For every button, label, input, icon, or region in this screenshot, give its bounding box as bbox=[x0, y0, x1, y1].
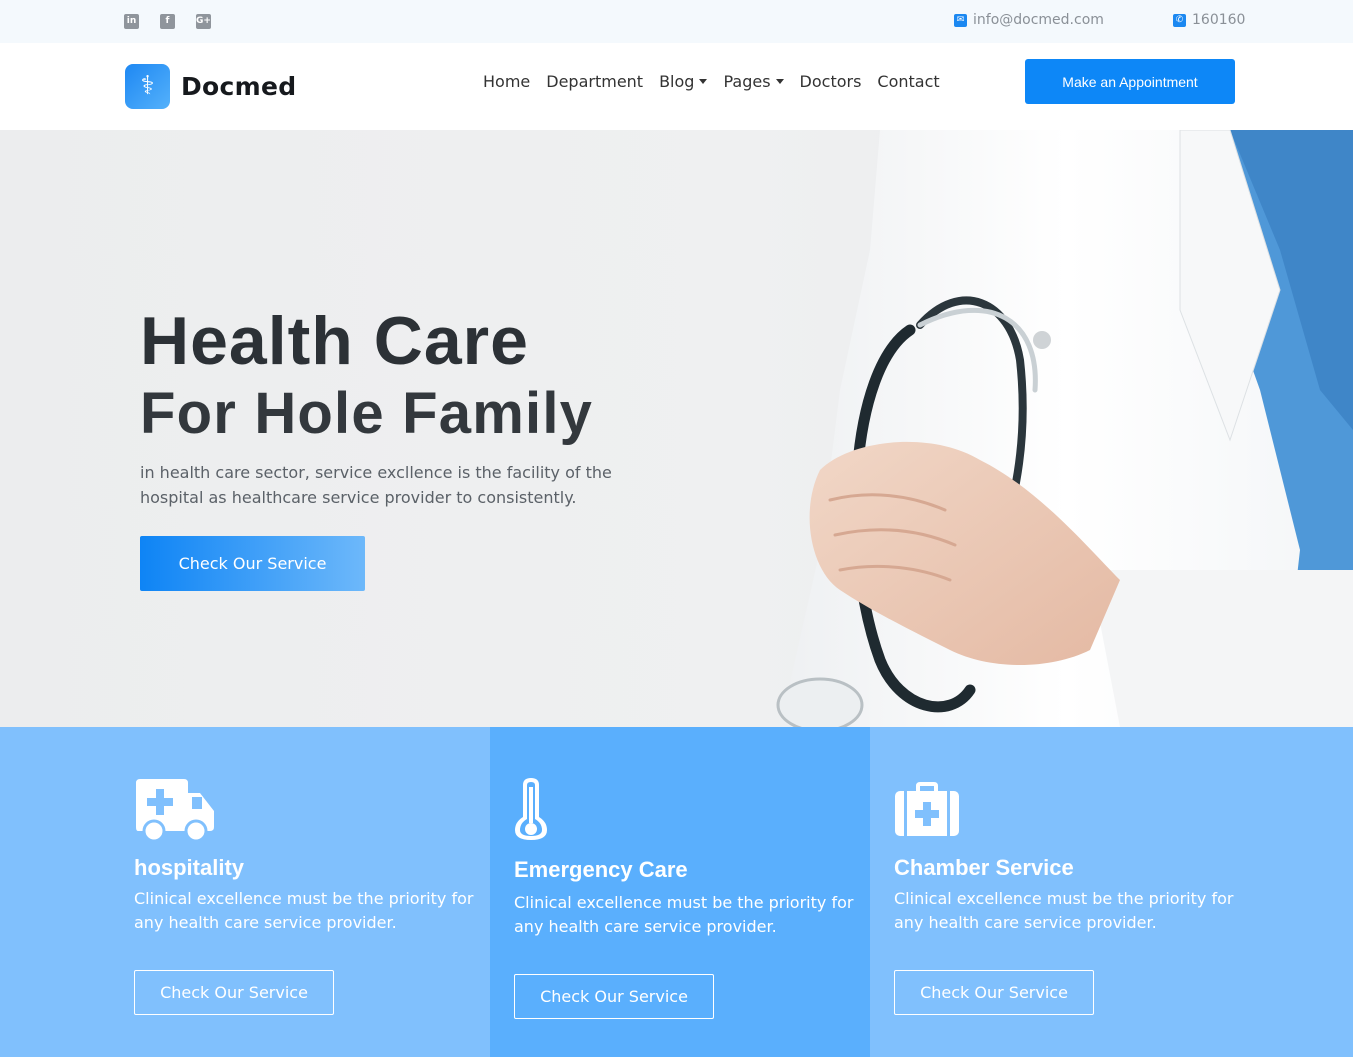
service-card-chamber-service: Chamber Service Clinical excellence must… bbox=[870, 727, 1353, 1057]
phone-text: 160160 bbox=[1192, 12, 1246, 28]
hero-description: in health care sector, service excllence… bbox=[140, 463, 612, 507]
service-title: Chamber Service bbox=[894, 855, 1074, 880]
logo-text: Docmed bbox=[181, 72, 297, 101]
make-appointment-button[interactable]: Make an Appointment bbox=[1025, 59, 1235, 104]
nav-department[interactable]: Department bbox=[546, 72, 643, 91]
contact-email[interactable]: ✉ info@docmed.com bbox=[954, 12, 1104, 28]
linkedin-icon[interactable]: in bbox=[124, 14, 139, 29]
caret-down-icon bbox=[699, 79, 708, 84]
service-description: Clinical excellence must be the priority… bbox=[134, 889, 474, 932]
google-plus-icon[interactable]: G+ bbox=[196, 14, 211, 29]
service-card-hospitality: hospitality Clinical excellence must be … bbox=[0, 727, 490, 1057]
main-header: ⚕ Docmed Home Department Blog Pages Doct… bbox=[0, 43, 1353, 130]
main-nav: Home Department Blog Pages Doctors Conta… bbox=[483, 72, 940, 91]
service-check-button[interactable]: Check Our Service bbox=[134, 970, 334, 1015]
facebook-icon[interactable]: f bbox=[160, 14, 175, 29]
email-text: info@docmed.com bbox=[973, 12, 1104, 28]
ambulance-icon bbox=[136, 779, 214, 841]
service-check-button[interactable]: Check Our Service bbox=[894, 970, 1094, 1015]
top-bar: in f G+ ✉ info@docmed.com ✆ 160160 bbox=[0, 0, 1353, 43]
check-service-button[interactable]: Check Our Service bbox=[140, 536, 365, 591]
service-check-button[interactable]: Check Our Service bbox=[514, 974, 714, 1019]
service-title: hospitality bbox=[134, 855, 245, 880]
phone-icon: ✆ bbox=[1173, 13, 1186, 27]
first-aid-kit-icon bbox=[895, 782, 959, 836]
hero-title: Health Care bbox=[140, 303, 529, 379]
nav-blog[interactable]: Blog bbox=[659, 72, 708, 91]
nav-home[interactable]: Home bbox=[483, 72, 530, 91]
social-links: in f G+ bbox=[124, 14, 211, 29]
logo[interactable]: ⚕ Docmed bbox=[125, 64, 296, 109]
services-section: hospitality Clinical excellence must be … bbox=[0, 727, 1353, 1057]
nav-department-label: Department bbox=[546, 72, 644, 91]
thermometer-icon bbox=[515, 778, 547, 840]
nav-pages-label: Pages bbox=[723, 72, 771, 91]
service-card-emergency-care: Emergency Care Clinical excellence must … bbox=[490, 727, 870, 1057]
hero-section: Health Care For Hole Family in health ca… bbox=[0, 130, 1353, 727]
service-description: Clinical excellence must be the priority… bbox=[894, 889, 1234, 932]
hero-subtitle: For Hole Family bbox=[140, 381, 594, 446]
nav-blog-label: Blog bbox=[659, 72, 695, 91]
nav-pages[interactable]: Pages bbox=[723, 72, 784, 91]
nav-contact-label: Contact bbox=[877, 72, 940, 91]
service-description: Clinical excellence must be the priority… bbox=[514, 893, 854, 936]
doctor-with-stethoscope-image bbox=[776, 130, 1353, 727]
service-title: Emergency Care bbox=[514, 857, 688, 882]
contact-phone[interactable]: ✆ 160160 bbox=[1173, 12, 1245, 28]
caret-down-icon bbox=[775, 79, 784, 84]
envelope-icon: ✉ bbox=[954, 13, 967, 27]
nav-home-label: Home bbox=[483, 72, 531, 91]
nav-doctors[interactable]: Doctors bbox=[800, 72, 862, 91]
nav-contact[interactable]: Contact bbox=[877, 72, 939, 91]
caduceus-icon: ⚕ bbox=[125, 64, 170, 109]
nav-doctors-label: Doctors bbox=[799, 72, 862, 91]
